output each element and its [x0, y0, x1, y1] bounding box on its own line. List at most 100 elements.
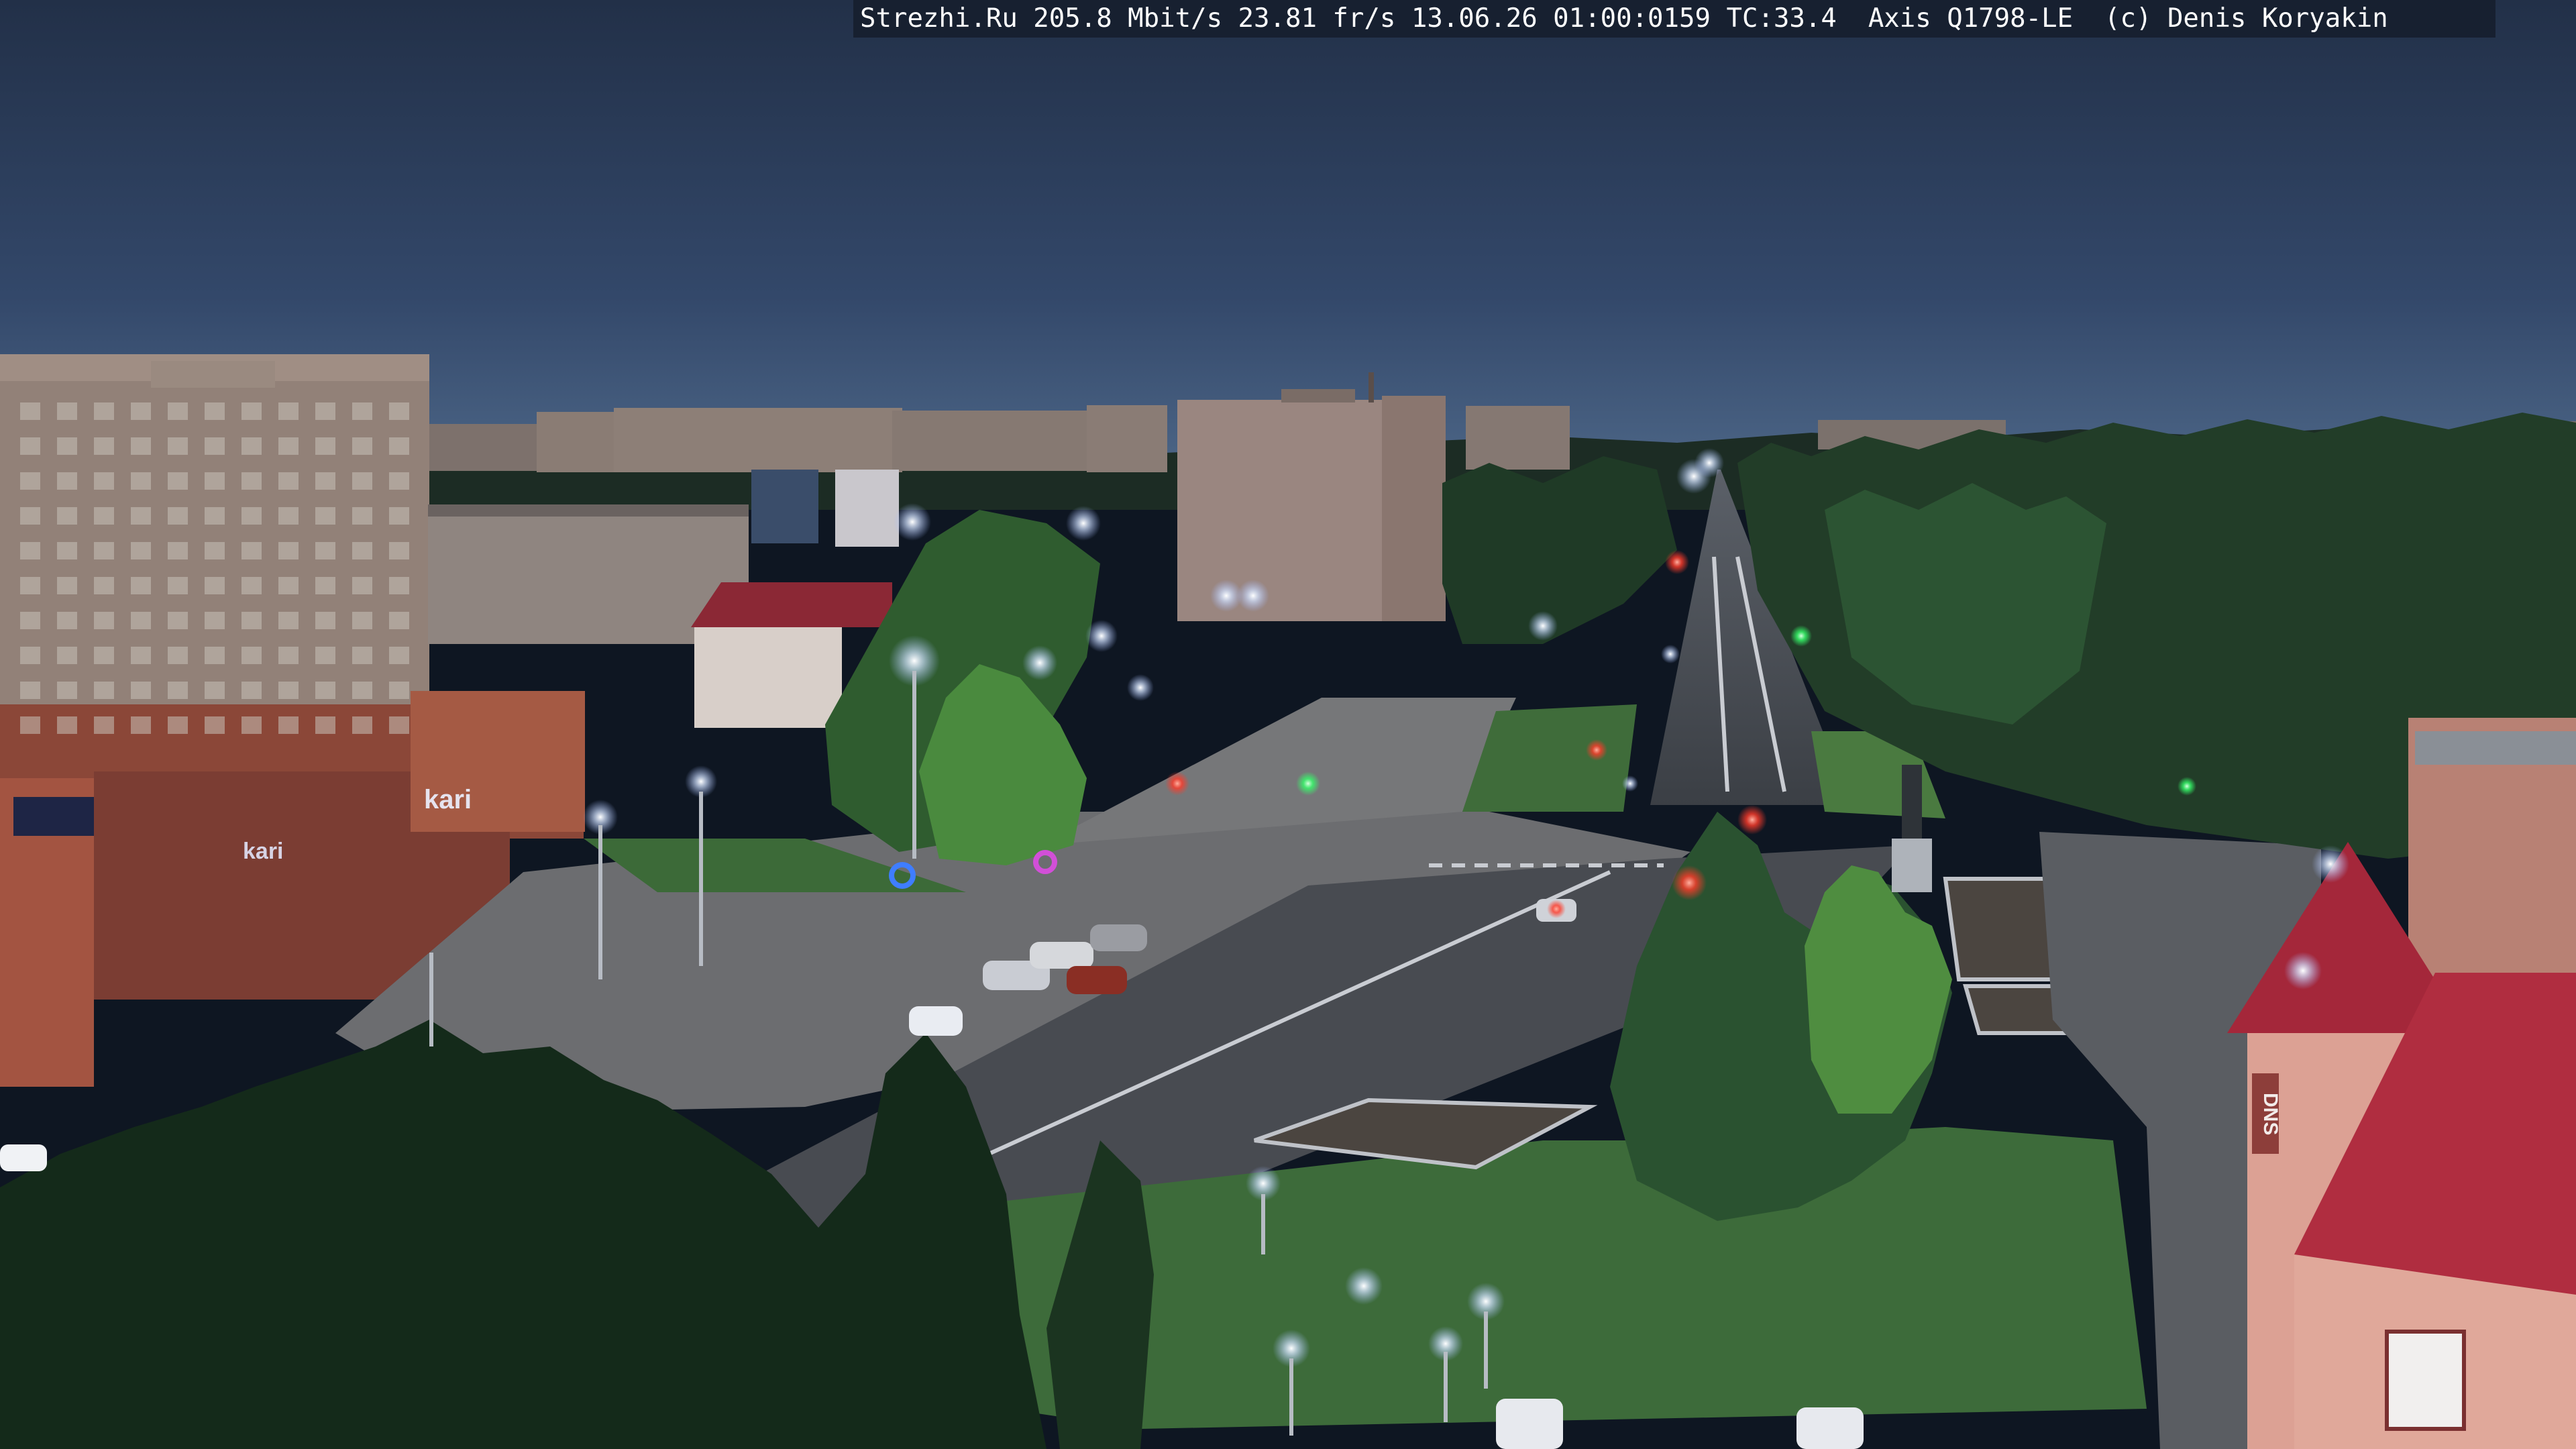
building-window: [389, 472, 409, 490]
building-window: [389, 402, 409, 420]
webcam-scene: kari kari DNS: [0, 0, 2576, 1449]
building-window: [241, 577, 262, 594]
building-window: [278, 437, 299, 455]
building-window: [205, 716, 225, 734]
building-window: [20, 612, 40, 629]
building-window: [241, 402, 262, 420]
overlay-site: Strezhi.Ru: [860, 3, 1018, 34]
building-window: [389, 612, 409, 629]
overlay-date: 13.06.26: [1411, 3, 1538, 34]
building-window: [241, 472, 262, 490]
building-window: [315, 507, 335, 525]
building-window: [278, 577, 299, 594]
building-window: [168, 402, 188, 420]
building-window: [315, 437, 335, 455]
building-window: [352, 682, 372, 699]
building-window: [20, 682, 40, 699]
building-window: [389, 507, 409, 525]
building-window: [389, 716, 409, 734]
building-window: [241, 716, 262, 734]
building-window: [94, 402, 114, 420]
building-window: [315, 472, 335, 490]
building-window: [352, 507, 372, 525]
building-window: [205, 577, 225, 594]
building-window: [94, 472, 114, 490]
building-window: [241, 542, 262, 559]
building-window: [57, 402, 77, 420]
overlay-temperature: TC:33.4: [1726, 3, 1837, 34]
building-window: [352, 612, 372, 629]
building-window: [57, 507, 77, 525]
overlay-time: 01:00:0159: [1553, 3, 1711, 34]
building-window: [20, 577, 40, 594]
building-window: [278, 647, 299, 664]
building-window: [205, 612, 225, 629]
building-window: [57, 542, 77, 559]
building-window: [94, 716, 114, 734]
building-window: [278, 472, 299, 490]
building-window: [315, 647, 335, 664]
building-window: [20, 472, 40, 490]
building-window: [389, 577, 409, 594]
building-window: [131, 716, 151, 734]
building-window: [131, 647, 151, 664]
building-window: [94, 577, 114, 594]
building-window: [168, 647, 188, 664]
building-window: [57, 612, 77, 629]
building-window: [352, 402, 372, 420]
building-window: [315, 577, 335, 594]
building-window: [20, 402, 40, 420]
building-window: [241, 437, 262, 455]
building-window: [94, 647, 114, 664]
building-window: [94, 437, 114, 455]
building-window: [241, 647, 262, 664]
building-window: [20, 437, 40, 455]
overlay-camera-model: Axis Q1798-LE: [1868, 3, 2074, 34]
building-window: [389, 647, 409, 664]
building-window: [278, 507, 299, 525]
building-window: [278, 402, 299, 420]
building-window: [315, 716, 335, 734]
building-window: [57, 716, 77, 734]
building-window: [57, 647, 77, 664]
building-window: [315, 402, 335, 420]
store-sign-banner: kari: [243, 839, 284, 864]
building-window: [352, 647, 372, 664]
building-window: [20, 647, 40, 664]
building-window: [278, 682, 299, 699]
building-window: [131, 612, 151, 629]
building-window: [278, 542, 299, 559]
building-window: [168, 472, 188, 490]
building-window: [131, 402, 151, 420]
building-window: [57, 472, 77, 490]
building-window: [168, 682, 188, 699]
building-window: [168, 612, 188, 629]
building-window: [168, 577, 188, 594]
building-window: [315, 682, 335, 699]
building-window: [94, 682, 114, 699]
overlay-bandwidth: 205.8 Mbit/s: [1033, 3, 1223, 34]
building-window: [205, 437, 225, 455]
building-window: [352, 472, 372, 490]
overlay-copyright: (c) Denis Koryakin: [2104, 3, 2388, 34]
building-window: [94, 542, 114, 559]
building-window: [241, 507, 262, 525]
building-window: [205, 507, 225, 525]
building-window: [131, 682, 151, 699]
building-window: [205, 402, 225, 420]
building-window: [389, 542, 409, 559]
building-window: [94, 612, 114, 629]
building-window: [94, 507, 114, 525]
building-window: [131, 507, 151, 525]
building-window: [352, 542, 372, 559]
building-window: [352, 716, 372, 734]
building-window: [57, 682, 77, 699]
building-window: [352, 577, 372, 594]
store-sign: kari: [424, 785, 472, 814]
building-window: [278, 716, 299, 734]
building-window: [131, 437, 151, 455]
building-window: [205, 682, 225, 699]
building-window: [20, 716, 40, 734]
right-building-sign: DNS: [2259, 1093, 2282, 1135]
building-window: [389, 437, 409, 455]
